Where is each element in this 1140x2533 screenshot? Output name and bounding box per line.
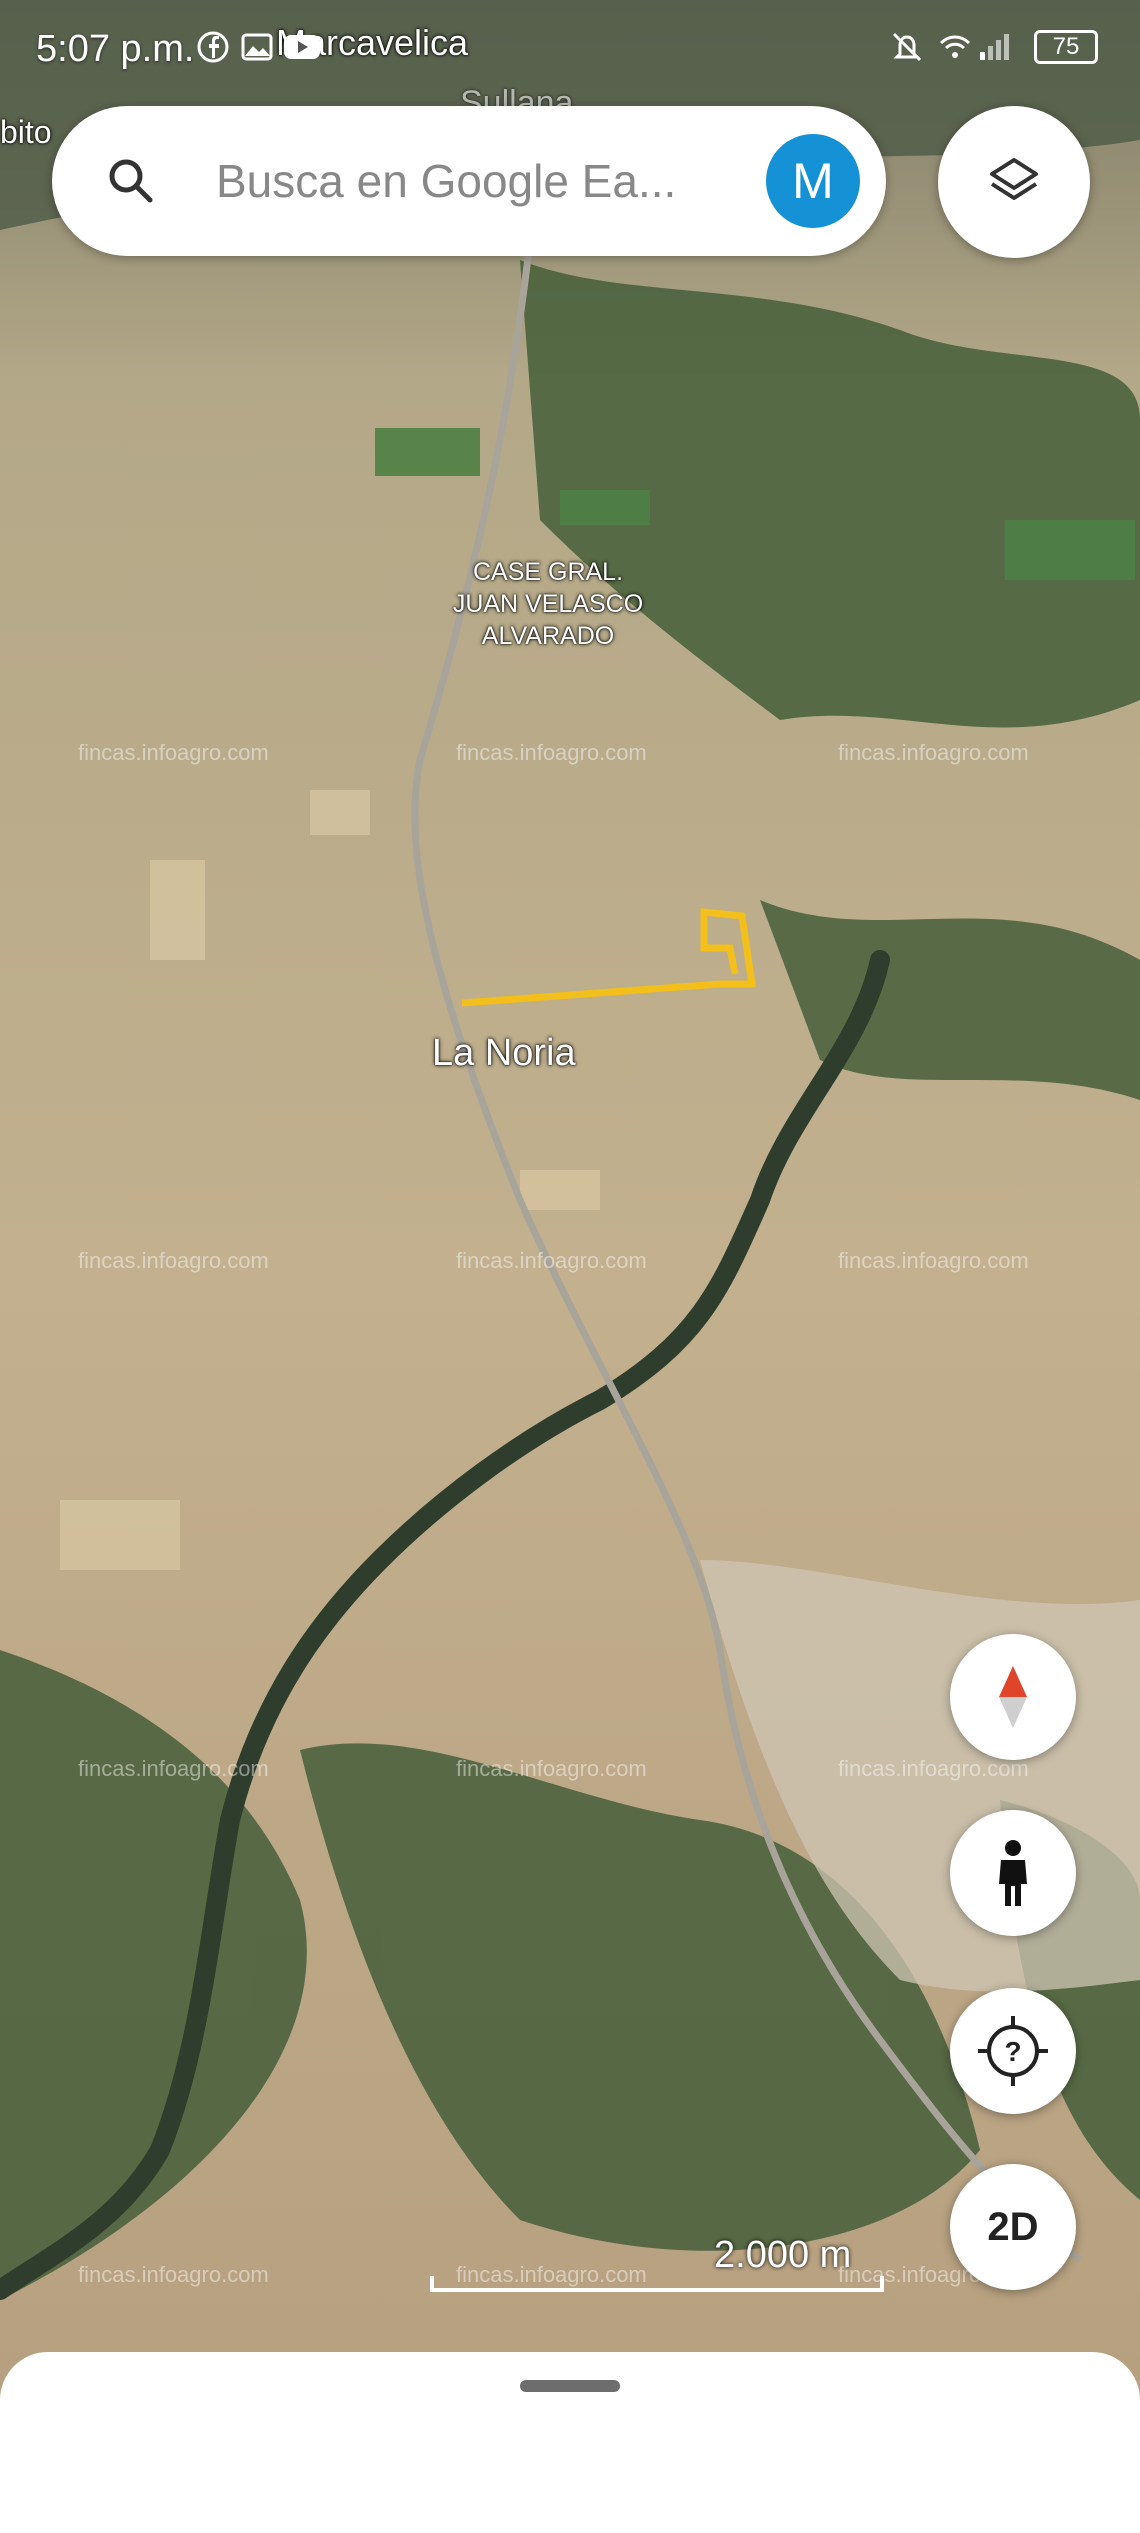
scale-label: 2.000 m bbox=[714, 2234, 852, 2276]
youtube-icon bbox=[284, 35, 320, 59]
watermark: fincas.infoagro.com bbox=[78, 1248, 269, 1273]
gallery-icon bbox=[241, 33, 273, 61]
view-mode-toggle[interactable]: 2D bbox=[950, 2164, 1076, 2290]
status-bar: 5:07 p.m. 75 bbox=[0, 0, 1140, 100]
watermark: fincas.infoagro.com bbox=[456, 1756, 647, 1781]
place-label-la-noria[interactable]: La Noria bbox=[432, 1032, 576, 1075]
signal-icon bbox=[980, 34, 1009, 60]
layers-button[interactable] bbox=[938, 106, 1090, 258]
help-location-icon: ? bbox=[978, 2016, 1048, 2086]
battery-indicator: 75 bbox=[1034, 30, 1098, 64]
place-label-left[interactable]: bito bbox=[0, 114, 52, 151]
compass-icon bbox=[999, 1666, 1027, 1728]
compass-button[interactable] bbox=[950, 1634, 1076, 1760]
watermark: fincas.infoagro.com bbox=[838, 1756, 1029, 1781]
watermark: fincas.infoagro.com bbox=[838, 740, 1029, 765]
watermark: fincas.infoagro.com bbox=[78, 740, 269, 765]
help-location-button[interactable]: ? bbox=[950, 1988, 1076, 2114]
pegman-icon bbox=[999, 1840, 1027, 1906]
watermark: fincas.infoagro.com bbox=[78, 1756, 269, 1781]
scale-bar bbox=[430, 2276, 884, 2292]
facebook-icon bbox=[197, 31, 229, 63]
search-input[interactable]: Busca en Google Ea... bbox=[216, 154, 676, 208]
place-label-settlement[interactable]: CASE GRAL. JUAN VELASCO ALVARADO bbox=[418, 556, 678, 652]
watermark: fincas.infoagro.com bbox=[456, 1248, 647, 1273]
drag-handle[interactable] bbox=[520, 2380, 620, 2392]
watermark: fincas.infoagro.com bbox=[78, 2262, 269, 2287]
search-icon[interactable] bbox=[104, 154, 158, 208]
bottom-sheet[interactable] bbox=[0, 2352, 1140, 2533]
account-avatar[interactable]: M bbox=[766, 134, 860, 228]
layers-icon bbox=[990, 158, 1038, 200]
svg-text:?: ? bbox=[1004, 2036, 1021, 2067]
search-bar[interactable]: Busca en Google Ea... M bbox=[52, 106, 886, 256]
wifi-icon bbox=[939, 35, 971, 58]
status-time: 5:07 p.m. bbox=[36, 28, 195, 70]
watermark: fincas.infoagro.com bbox=[838, 1248, 1029, 1273]
mute-icon bbox=[892, 32, 922, 62]
street-view-button[interactable] bbox=[950, 1810, 1076, 1936]
watermark: fincas.infoagro.com bbox=[456, 740, 647, 765]
